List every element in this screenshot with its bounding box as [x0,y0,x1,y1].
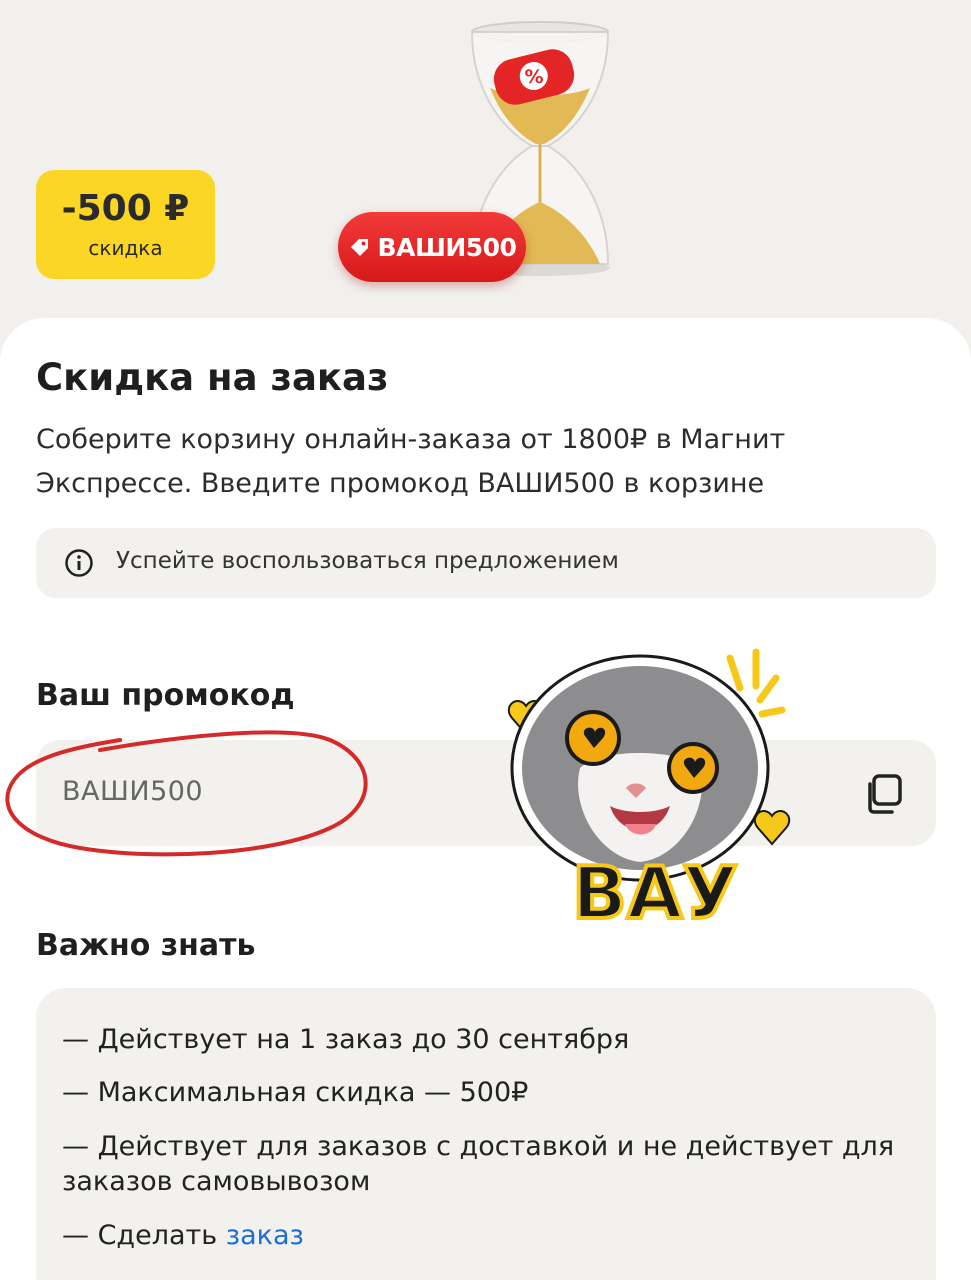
info-text: Успейте воспользоваться предложением [116,548,619,574]
offer-description: Соберите корзину онлайн-заказа от 1800₽ … [36,424,786,499]
sticker-text: ВАУ [572,851,738,935]
info-icon [65,549,93,577]
promo-card: Скидка на заказ Соберите корзину онлайн-… [0,318,971,1280]
rules-box: — Действует на 1 заказ до 30 сентября — … [36,988,936,1280]
rule-order-prefix: — Сделать [62,1220,226,1251]
copy-icon[interactable] [860,770,908,818]
heart-icon [753,810,791,846]
discount-caption: скидка [88,236,163,260]
rule-item: — Максимальная скидка — 500₽ [62,1077,529,1108]
discount-amount: -500 ₽ [61,188,190,229]
cat-sticker: ВАУ [507,648,791,937]
rule-item: — Действует для заказов с доставкой и не… [62,1131,895,1197]
promo-tag-text: ВАШИ500 [377,232,517,262]
percent-glyph: % [524,66,543,88]
promo-hero: -500 ₽ скидка % ВАШИ500 [0,0,971,330]
tag-icon [350,239,368,256]
rule-item-order: — Сделать заказ [62,1218,912,1253]
promo-code-label: Ваш промокод [36,678,295,713]
order-link[interactable]: заказ [226,1220,304,1251]
page-title: Скидка на заказ [36,356,389,399]
promo-code-tag: ВАШИ500 [338,212,526,282]
promo-code-value[interactable]: ВАШИ500 [62,776,203,807]
important-title: Важно знать [36,928,256,963]
discount-badge: -500 ₽ скидка [36,170,215,279]
rule-item: — Действует на 1 заказ до 30 сентября [62,1024,630,1055]
info-banner: Успейте воспользоваться предложением [36,528,936,598]
